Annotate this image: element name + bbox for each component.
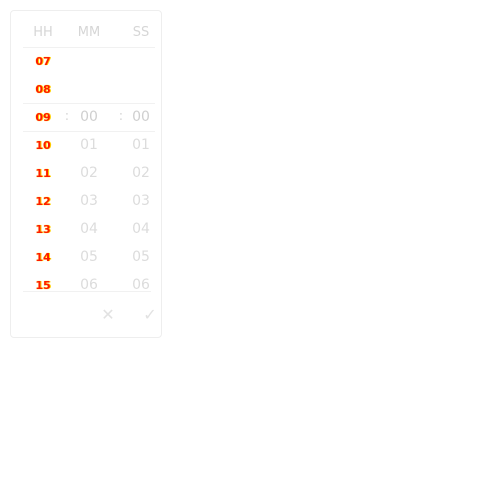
seconds-column-header: SS xyxy=(132,25,150,40)
hour-option-label: 15 xyxy=(35,279,51,292)
hour-option-label: 12 xyxy=(35,195,51,208)
hour-option-label: 10 xyxy=(35,139,51,152)
time-row[interactable]: 07 xyxy=(23,47,155,75)
hour-option-label: 14 xyxy=(35,251,51,264)
selected-hour-label: 09 xyxy=(35,111,51,124)
hour-option-label: 13 xyxy=(35,223,51,236)
time-row[interactable]: 15 06 06 xyxy=(23,271,155,299)
time-picker-panel: HH MM SS 07 08 09 : 00 : 00 10 01 01 11 … xyxy=(10,10,162,338)
time-row[interactable]: 11 02 02 xyxy=(23,159,155,187)
minute-option[interactable]: 06 xyxy=(67,271,111,299)
minute-option[interactable]: 04 xyxy=(67,215,111,243)
selected-minute[interactable]: 00 xyxy=(67,103,111,131)
second-option[interactable]: 06 xyxy=(121,271,161,299)
time-row[interactable]: 10 01 01 xyxy=(23,131,155,159)
close-icon[interactable]: ✕ xyxy=(96,301,120,329)
hour-option[interactable]: 10 xyxy=(23,131,63,159)
minute-option[interactable]: 03 xyxy=(67,187,111,215)
time-picker-header: HH MM SS xyxy=(23,19,155,47)
time-row[interactable]: 08 xyxy=(23,75,155,103)
minutes-column-header: MM xyxy=(77,25,101,40)
minute-option[interactable]: 01 xyxy=(67,131,111,159)
second-option[interactable]: 02 xyxy=(121,159,161,187)
time-row[interactable]: 14 05 05 xyxy=(23,243,155,271)
hour-option[interactable]: 14 xyxy=(23,243,63,271)
time-row[interactable]: 12 03 03 xyxy=(23,187,155,215)
hour-option[interactable]: 11 xyxy=(23,159,63,187)
time-row[interactable]: 13 04 04 xyxy=(23,215,155,243)
time-picker-actions: ✕ ✓ xyxy=(23,301,156,329)
check-icon[interactable]: ✓ xyxy=(138,301,162,329)
hour-option[interactable]: 07 xyxy=(23,47,63,75)
selected-hour[interactable]: 09 xyxy=(23,103,63,131)
hour-option[interactable]: 08 xyxy=(23,75,63,103)
selected-time-row[interactable]: 09 : 00 : 00 xyxy=(23,103,155,131)
hour-option-label: 07 xyxy=(35,55,51,68)
minute-option[interactable]: 05 xyxy=(67,243,111,271)
hour-option[interactable]: 13 xyxy=(23,215,63,243)
second-option[interactable]: 05 xyxy=(121,243,161,271)
second-option[interactable]: 03 xyxy=(121,187,161,215)
footer-divider xyxy=(23,291,151,292)
hour-option-label: 11 xyxy=(35,167,51,180)
selected-second[interactable]: 00 xyxy=(121,103,161,131)
hour-option[interactable]: 12 xyxy=(23,187,63,215)
hour-option-label: 08 xyxy=(35,83,51,96)
hour-option[interactable]: 15 xyxy=(23,271,63,299)
hours-column-header: HH xyxy=(33,25,53,40)
second-option[interactable]: 04 xyxy=(121,215,161,243)
minute-option[interactable]: 02 xyxy=(67,159,111,187)
second-option[interactable]: 01 xyxy=(121,131,161,159)
